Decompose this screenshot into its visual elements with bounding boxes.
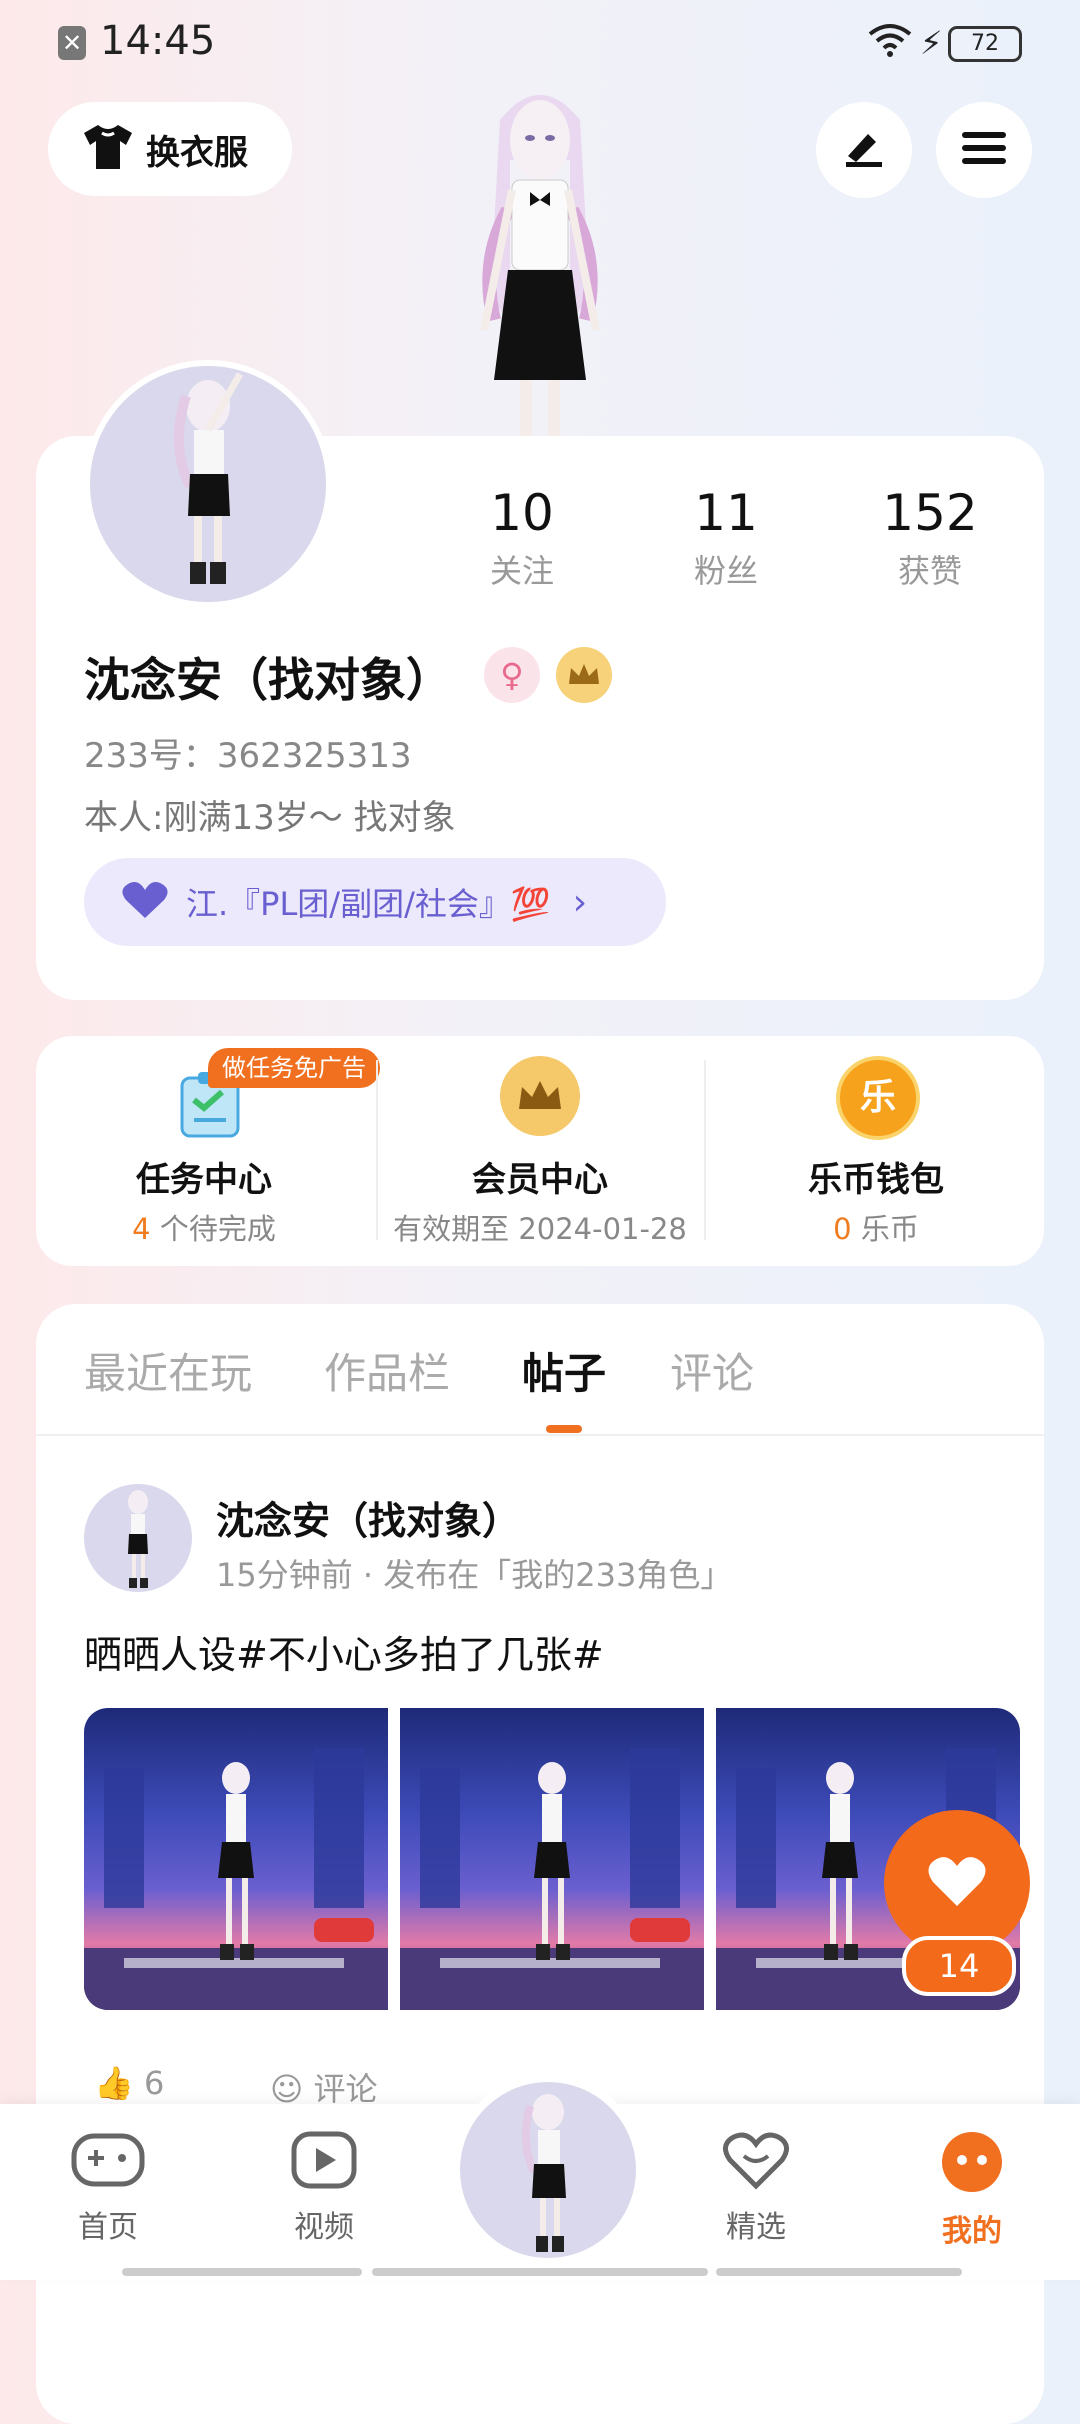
nav-featured-label: 精选 xyxy=(726,2210,786,2245)
task-center-sub-text: 个待完成 xyxy=(150,1212,276,1246)
services-card: 任务中心 4 个待完成 做任务免广告 会员中心 有效期至 2024-01-28 … xyxy=(36,1036,1044,1266)
post-image-1[interactable] xyxy=(84,1708,388,2010)
heart-icon xyxy=(927,1854,987,1912)
member-center[interactable]: 会员中心 有效期至 2024-01-28 xyxy=(372,1036,708,1266)
post-text[interactable]: 晒晒人设#不小心多拍了几张# xyxy=(84,1624,604,1679)
stat-following-value: 10 xyxy=(490,484,554,542)
stat-following[interactable]: 10 关注 xyxy=(422,484,622,592)
change-outfit-label: 换衣服 xyxy=(146,132,248,173)
tab-comments[interactable]: 评论 xyxy=(670,1340,754,1401)
status-time: 14:45 xyxy=(100,18,216,64)
stat-followers[interactable]: 11 粉丝 xyxy=(626,484,826,592)
tab-works[interactable]: 作品栏 xyxy=(324,1340,450,1401)
stat-following-label: 关注 xyxy=(489,552,554,590)
hamburger-menu-icon xyxy=(960,128,1008,172)
group-name: 江.『PL团/副团/社会』💯 xyxy=(186,885,551,923)
task-center-count: 4 xyxy=(132,1212,151,1246)
heart-chat-icon xyxy=(722,2132,790,2194)
profile-bio: 本人:刚满13岁～ 找对象 xyxy=(84,798,456,838)
tshirt-icon xyxy=(80,123,136,175)
post-author-avatar[interactable] xyxy=(84,1484,192,1592)
like-button[interactable] xyxy=(884,1810,1030,1956)
nav-center-avatar[interactable] xyxy=(452,2074,644,2266)
stat-followers-label: 粉丝 xyxy=(693,552,758,590)
chevron-right-icon: › xyxy=(572,881,588,923)
coin-wallet-count: 0 xyxy=(833,1212,852,1246)
avatar[interactable] xyxy=(84,360,332,608)
profile-name: 沈念安（找对象） xyxy=(84,653,452,707)
crown-icon xyxy=(500,1056,580,1136)
nav-video[interactable]: 视频 xyxy=(244,2130,404,2246)
edit-button[interactable] xyxy=(816,102,912,198)
stat-followers-value: 11 xyxy=(694,484,758,542)
post-meta: 15分钟前 · 发布在「我的233角色」 xyxy=(216,1556,733,1594)
like-count: 14 xyxy=(902,1936,1016,1996)
change-outfit-button[interactable]: 换衣服 xyxy=(48,102,292,196)
group-link[interactable]: 江.『PL团/副团/社会』💯 › xyxy=(84,858,666,946)
profile-face-icon xyxy=(938,2132,1006,2198)
scroll-indicator xyxy=(122,2268,362,2276)
vip-crown-icon[interactable] xyxy=(556,647,612,703)
post-author-name[interactable]: 沈念安（找对象） xyxy=(216,1490,520,1545)
post-image-2[interactable] xyxy=(400,1708,704,2010)
female-gender-icon: ♀ xyxy=(484,647,540,703)
coin-wallet[interactable]: 乐 乐币钱包 0 乐币 xyxy=(708,1036,1044,1266)
nav-video-label: 视频 xyxy=(294,2210,354,2245)
avatar-character-figure[interactable] xyxy=(420,80,660,440)
tab-posts[interactable]: 帖子 xyxy=(522,1340,606,1401)
active-tab-indicator xyxy=(546,1425,582,1433)
gamepad-icon xyxy=(70,2133,146,2194)
coin-wallet-sub: 0 乐币 xyxy=(708,1206,1044,1248)
coin-wallet-sub-text: 乐币 xyxy=(851,1212,919,1246)
notification-icon: ✕ xyxy=(58,26,86,60)
nav-me-label: 我的 xyxy=(942,2214,1002,2249)
charging-icon: ⚡ xyxy=(920,24,943,62)
scroll-indicator xyxy=(716,2268,962,2276)
comment-icon: ☺ xyxy=(270,2070,304,2108)
stat-likes[interactable]: 152 获赞 xyxy=(830,484,1030,592)
scroll-indicator xyxy=(372,2268,708,2276)
thumbs-up-icon: 👍 xyxy=(94,2064,134,2102)
comment-label: 评论 xyxy=(313,2070,378,2108)
stat-likes-value: 152 xyxy=(882,484,978,542)
purple-heart-icon xyxy=(120,880,170,924)
coin-icon: 乐 xyxy=(836,1056,920,1140)
user-id[interactable]: 233号：362325313 xyxy=(84,728,412,777)
coin-wallet-title: 乐币钱包 xyxy=(808,1160,944,1200)
thumbs-up-count: 6 xyxy=(144,2064,165,2102)
member-center-title: 会员中心 xyxy=(472,1160,608,1200)
pencil-icon xyxy=(840,128,888,172)
task-center-sub: 4 个待完成 xyxy=(36,1206,372,1248)
tab-divider xyxy=(36,1434,1044,1436)
stat-likes-label: 获赞 xyxy=(897,552,962,590)
task-center-title: 任务中心 xyxy=(136,1160,272,1200)
task-ad-badge: 做任务免广告 xyxy=(208,1048,380,1088)
member-center-sub: 有效期至 2024-01-28 xyxy=(393,1212,687,1246)
thumbs-up-button[interactable]: 👍 6 xyxy=(94,2064,164,2102)
nav-featured[interactable]: 精选 xyxy=(676,2130,836,2246)
nav-home-label: 首页 xyxy=(78,2210,138,2245)
menu-button[interactable] xyxy=(936,102,1032,198)
video-play-icon xyxy=(290,2131,358,2194)
battery-indicator: 72 xyxy=(948,26,1022,62)
divider xyxy=(704,1060,706,1240)
wifi-icon xyxy=(866,22,914,62)
nav-home[interactable]: 首页 xyxy=(28,2130,188,2246)
nav-me[interactable]: 我的 xyxy=(892,2130,1052,2250)
tab-recently-played[interactable]: 最近在玩 xyxy=(84,1340,252,1401)
